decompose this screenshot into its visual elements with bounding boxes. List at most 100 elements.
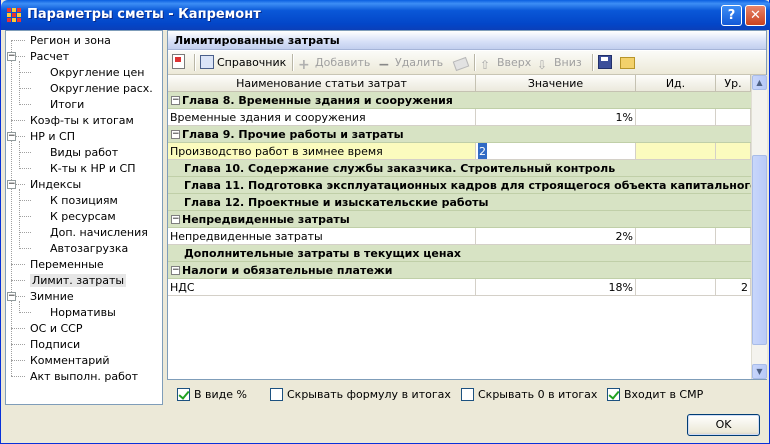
hide-zero-checkbox[interactable]: Скрывать 0 в итогах	[461, 388, 597, 402]
close-button[interactable]: ✕	[745, 5, 766, 26]
cell-id[interactable]	[636, 228, 716, 245]
scroll-down-icon[interactable]: ▼	[752, 364, 767, 379]
checkbox-icon[interactable]	[177, 388, 190, 401]
collapse-icon[interactable]: −	[171, 266, 180, 275]
eraser-button[interactable]	[452, 54, 471, 72]
checkbox-icon[interactable]	[270, 388, 283, 401]
tree-item[interactable]: К ресурсам	[50, 209, 116, 224]
col-header-level[interactable]: Ур.	[716, 75, 751, 92]
collapse-icon[interactable]: −	[171, 96, 180, 105]
move-up-button[interactable]: ⇧ Вверх	[480, 54, 531, 72]
checkbox-icon[interactable]	[461, 388, 474, 401]
tree-item-label: Лимит. затраты	[30, 274, 127, 287]
cell-name[interactable]: НДС	[168, 279, 476, 296]
col-header-id[interactable]: Ид.	[636, 75, 716, 92]
cell-value[interactable]: 1%	[476, 109, 636, 126]
table-row[interactable]: Непредвиденные затраты 2%	[168, 228, 751, 245]
vertical-scrollbar[interactable]: ▲ ▼	[751, 75, 767, 379]
table-row[interactable]: НДС 18% 2	[168, 279, 751, 296]
scroll-thumb[interactable]	[752, 155, 767, 345]
tree-item[interactable]: Автозагрузка	[50, 241, 128, 256]
cell-level[interactable]	[716, 143, 751, 160]
tree-item[interactable]: Округление цен	[50, 65, 144, 80]
tree-item[interactable]: Доп. начисления	[50, 225, 148, 240]
cell-name[interactable]: Производство работ в зимнее время	[168, 143, 476, 160]
tree-item[interactable]: Нормативы	[50, 305, 116, 320]
tree-item[interactable]: Итоги	[50, 97, 84, 112]
tree-item[interactable]: Подписи	[30, 337, 80, 352]
tree-item[interactable]: Виды работ	[50, 145, 118, 160]
hide-formula-checkbox[interactable]: Скрывать формулу в итогах	[270, 388, 451, 402]
cell-level[interactable]	[716, 109, 751, 126]
add-button[interactable]: + Добавить	[298, 54, 371, 72]
group-row[interactable]: − Непредвиденные затраты	[168, 211, 751, 228]
table-row[interactable]: Производство работ в зимнее время 2	[168, 143, 751, 160]
tree-item[interactable]: К-ты к НР и СП	[50, 161, 136, 176]
tree-item-label: Итоги	[50, 98, 85, 111]
tree-collapse-icon[interactable]: −	[7, 292, 16, 301]
group-row[interactable]: − Глава 9. Прочие работы и затраты	[168, 126, 751, 143]
edit-value[interactable]: 2	[478, 143, 487, 159]
hide-formula-label: Скрывать формулу в итогах	[287, 388, 451, 401]
tree-item[interactable]: Лимит. затраты	[30, 273, 127, 288]
title-bar[interactable]: Параметры сметы - Капремонт ? ✕	[1, 0, 770, 30]
tree-item[interactable]: Округление расх.	[50, 81, 153, 96]
delete-button[interactable]: − Удалить	[378, 54, 443, 72]
reference-button[interactable]: Справочник	[200, 54, 286, 71]
ok-button[interactable]: OK	[687, 414, 760, 436]
tree-item[interactable]: К позициям	[50, 193, 118, 208]
tree-item[interactable]: Коэф-ты к итогам	[30, 113, 134, 128]
cell-value[interactable]: 2	[476, 143, 636, 160]
new-doc-icon[interactable]	[172, 54, 188, 71]
tree-collapse-icon[interactable]: −	[7, 132, 16, 141]
subgroup-row[interactable]: Глава 11. Подготовка эксплуатационных ка…	[168, 177, 751, 194]
tree-item[interactable]: ОС и ССР	[30, 321, 82, 336]
checkbox-icon[interactable]	[607, 388, 620, 401]
move-down-button[interactable]: ⇩ Вниз	[537, 54, 582, 72]
subgroup-row[interactable]: Глава 10. Содержание службы заказчика. С…	[168, 160, 751, 177]
collapse-icon[interactable]: −	[171, 215, 180, 224]
subgroup-row[interactable]: Дополнительные затраты в текущих ценах	[168, 245, 751, 262]
tree-item[interactable]: Комментарий	[30, 353, 110, 368]
cell-level[interactable]	[716, 228, 751, 245]
cell-value[interactable]: 18%	[476, 279, 636, 296]
tree-item[interactable]: НР и СП	[30, 129, 75, 144]
add-label: Добавить	[315, 56, 371, 69]
settings-tree[interactable]: Регион и зона − Расчет Округление цен Округл…	[5, 30, 163, 405]
tree-item[interactable]: Зимние	[30, 289, 74, 304]
tree-item[interactable]: Индексы	[30, 177, 81, 192]
cell-id[interactable]	[636, 109, 716, 126]
window-title: Параметры сметы - Капремонт	[27, 7, 261, 22]
open-button[interactable]	[620, 54, 638, 71]
col-header-name[interactable]: Наименование статьи затрат	[168, 75, 476, 92]
group-row[interactable]: − Глава 8. Временные здания и сооружения	[168, 92, 751, 109]
reference-label: Справочник	[217, 56, 287, 69]
cell-name[interactable]: Непредвиденные затраты	[168, 228, 476, 245]
scroll-up-icon[interactable]: ▲	[752, 75, 767, 90]
tree-item[interactable]: Расчет	[30, 49, 69, 64]
col-header-value[interactable]: Значение	[476, 75, 636, 92]
tree-item[interactable]: Переменные	[30, 257, 104, 272]
tree-item-label: К-ты к НР и СП	[50, 162, 136, 175]
help-button[interactable]: ?	[721, 5, 742, 26]
subgroup-row[interactable]: Глава 12. Проектные и изыскательские раб…	[168, 194, 751, 211]
limited-costs-panel: Лимитированные затраты Справочник + Добав…	[167, 30, 767, 380]
tree-item-label: Округление цен	[50, 66, 145, 79]
tree-item[interactable]: Регион и зона	[30, 33, 111, 48]
cell-value[interactable]: 2%	[476, 228, 636, 245]
tree-collapse-icon[interactable]: −	[7, 180, 16, 189]
in-percent-checkbox[interactable]: В виде %	[177, 388, 247, 402]
costs-grid[interactable]: Наименование статьи затрат Значение Ид. …	[168, 75, 751, 379]
save-button[interactable]	[598, 54, 615, 71]
cell-id[interactable]	[636, 279, 716, 296]
cell-name[interactable]: Временные здания и сооружения	[168, 109, 476, 126]
table-row[interactable]: Временные здания и сооружения 1%	[168, 109, 751, 126]
collapse-icon[interactable]: −	[171, 130, 180, 139]
group-row[interactable]: − Налоги и обязательные платежи	[168, 262, 751, 279]
cell-level[interactable]: 2	[716, 279, 751, 296]
in-smr-checkbox[interactable]: Входит в СМР	[607, 388, 703, 402]
tree-item[interactable]: Акт выполн. работ	[30, 369, 138, 384]
tree-collapse-icon[interactable]: −	[7, 52, 16, 61]
group-label: Глава 9. Прочие работы и затраты	[182, 128, 404, 141]
cell-id[interactable]	[636, 143, 716, 160]
